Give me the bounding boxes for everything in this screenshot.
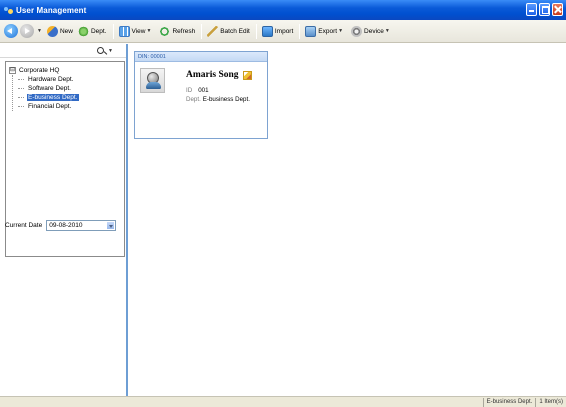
new-label: New: [59, 27, 73, 35]
close-button[interactable]: [552, 3, 563, 16]
view-dropdown-icon: ▼: [146, 28, 152, 34]
user-id-row: ID 001: [186, 87, 209, 94]
card-din: DIN: 00001: [135, 52, 267, 62]
status-bar: E-business Dept. 1 Item(s): [0, 396, 566, 407]
view-button[interactable]: View ▼: [117, 23, 157, 40]
tree-item-label: Hardware Dept.: [28, 76, 74, 83]
user-card[interactable]: DIN: 00001 Amaris Song ID 001 Dept. E-bu…: [134, 51, 268, 139]
device-label: Device: [364, 27, 384, 35]
import-icon: [261, 25, 273, 37]
batch-edit-button[interactable]: Batch Edit: [205, 23, 252, 40]
pencil-icon: [207, 25, 219, 37]
batch-edit-label: Batch Edit: [220, 27, 250, 35]
user-dept-value: E-business Dept.: [202, 96, 250, 103]
status-department: E-business Dept.: [482, 397, 536, 407]
minimize-button[interactable]: [526, 3, 537, 16]
edit-icon[interactable]: [242, 70, 252, 80]
new-user-icon: [46, 25, 58, 37]
app-icon: [4, 6, 13, 15]
history-dropdown-icon[interactable]: ▼: [37, 28, 42, 34]
chevron-down-icon[interactable]: [106, 220, 116, 230]
dept-icon: [77, 25, 89, 37]
tree-item-ebusiness[interactable]: E-business Dept.: [13, 93, 121, 102]
view-icon: [118, 25, 130, 37]
tree-item-hardware[interactable]: Hardware Dept.: [13, 75, 121, 84]
refresh-icon: [159, 25, 171, 37]
left-panel: ▼ ⊟ Corporate HQ Hardware Dept. Software…: [0, 44, 128, 396]
tree-item-label: Financial Dept.: [28, 103, 72, 110]
current-date-label: Current Date: [5, 221, 43, 229]
export-label: Export: [318, 27, 338, 35]
toolbar-separator: [112, 23, 114, 39]
tree-children: Hardware Dept. Software Dept. E-business…: [12, 75, 121, 111]
maximize-button[interactable]: [539, 3, 550, 16]
user-id-value: 001: [198, 87, 209, 94]
search-icon[interactable]: [97, 47, 105, 54]
tree-item-label: Software Dept.: [28, 85, 71, 92]
view-label: View: [131, 27, 146, 35]
user-dept-row: Dept. E-business Dept.: [186, 96, 250, 103]
device-dropdown-icon: ▼: [384, 28, 390, 34]
tree-root-label: Corporate HQ: [19, 67, 60, 74]
user-id-label: ID: [186, 87, 193, 94]
search-dropdown-icon[interactable]: ▼: [108, 48, 113, 54]
export-button[interactable]: Export ▼: [303, 23, 348, 40]
export-icon: [305, 25, 317, 37]
toolbar-separator: [201, 23, 203, 39]
current-date-picker[interactable]: 09-08-2010: [46, 219, 117, 231]
tree-item-software[interactable]: Software Dept.: [13, 84, 121, 93]
main-area: DIN: 00001 Amaris Song ID 001 Dept. E-bu…: [130, 44, 566, 396]
current-date-value: 09-08-2010: [49, 221, 83, 229]
avatar-body-icon: [146, 82, 161, 89]
export-dropdown-icon: ▼: [338, 28, 344, 34]
toolbar-separator: [299, 23, 301, 39]
avatar: [140, 68, 165, 93]
device-button[interactable]: Device ▼: [349, 23, 395, 40]
back-button[interactable]: [4, 24, 18, 38]
user-name: Amaris Song: [186, 70, 239, 80]
refresh-button[interactable]: Refresh: [157, 23, 197, 40]
toolbar: ▼ New Dept. View ▼ Refresh Batch Edit Im…: [0, 20, 566, 43]
refresh-label: Refresh: [172, 27, 196, 35]
status-item-count: 1 Item(s): [535, 397, 566, 407]
tree-item-label: E-business Dept.: [27, 94, 79, 101]
import-button[interactable]: Import: [260, 23, 295, 40]
collapse-icon[interactable]: ⊟: [9, 67, 16, 74]
tree-header: ▼: [0, 44, 126, 58]
new-button[interactable]: New: [45, 23, 75, 40]
tree-item-financial[interactable]: Financial Dept.: [13, 102, 121, 111]
tree-root[interactable]: ⊟ Corporate HQ: [9, 66, 121, 75]
device-icon: [351, 25, 363, 37]
window-title: User Management: [16, 5, 87, 15]
user-dept-label: Dept.: [186, 96, 201, 103]
dept-button[interactable]: Dept.: [76, 23, 109, 40]
dept-label: Dept.: [90, 27, 107, 35]
window-controls: [526, 3, 563, 16]
title-bar: User Management: [0, 0, 566, 20]
forward-button[interactable]: [20, 24, 34, 38]
user-name-row: Amaris Song: [186, 70, 252, 80]
toolbar-separator: [255, 23, 257, 39]
import-label: Import: [274, 27, 294, 35]
date-filter: Current Date 09-08-2010: [5, 219, 125, 231]
